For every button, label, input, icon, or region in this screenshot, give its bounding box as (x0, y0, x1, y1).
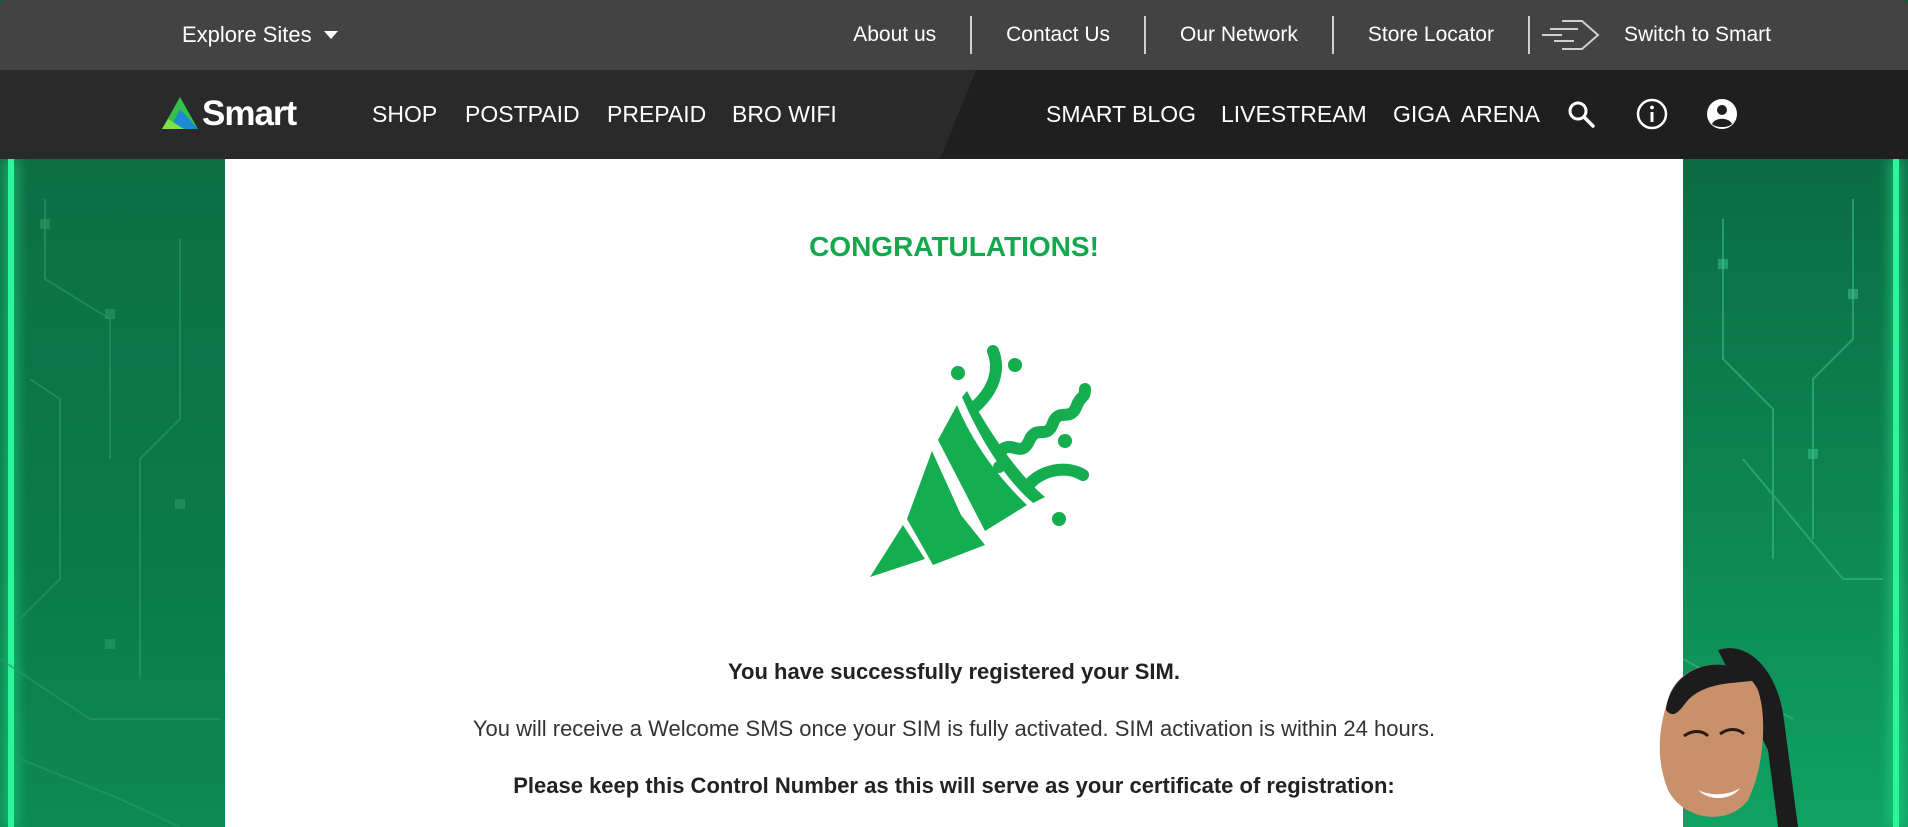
nav-giga-arena[interactable]: GIGA ARENA (1393, 70, 1540, 159)
utility-links: About us Contact Us Our Network Store Lo… (819, 0, 1771, 70)
promo-model-image (1659, 648, 1798, 827)
smart-logo[interactable]: Smart (160, 94, 297, 134)
search-icon[interactable] (1564, 97, 1598, 131)
party-popper-icon (870, 345, 1091, 577)
switch-to-smart-label: Switch to Smart (1623, 23, 1771, 46)
our-network-link[interactable]: Our Network (1146, 16, 1332, 54)
speed-arrow-icon (1541, 20, 1600, 50)
control-number-notice: Please keep this Control Number as this … (513, 773, 1395, 798)
activation-info: You will receive a Welcome SMS once your… (472, 716, 1436, 741)
circuit-pattern (0, 199, 220, 827)
nav-prepaid[interactable]: PREPAID (607, 70, 706, 159)
nav-livestream[interactable]: LIVESTREAM (1221, 70, 1367, 159)
logo-text: Smart (202, 94, 297, 133)
account-icon[interactable] (1705, 97, 1739, 131)
registration-success-card: CONGRATULATIONS! You have successfully r… (225, 159, 1683, 827)
explore-sites-dropdown[interactable]: Explore Sites (182, 0, 338, 70)
success-message: You have successfully registered your SI… (728, 659, 1180, 684)
switch-to-smart-link[interactable]: Switch to Smart (1530, 17, 1771, 53)
about-us-link[interactable]: About us (819, 16, 970, 54)
nav-bro-wifi[interactable]: BRO WIFI (732, 70, 837, 159)
left-decor-panel (0, 159, 225, 827)
nav-smart-blog[interactable]: SMART BLOG (1046, 70, 1196, 159)
store-locator-link[interactable]: Store Locator (1334, 16, 1528, 54)
contact-us-link[interactable]: Contact Us (972, 16, 1144, 54)
explore-sites-label: Explore Sites (182, 22, 312, 47)
congratulations-title: CONGRATULATIONS! (809, 231, 1099, 262)
nav-shop[interactable]: SHOP (372, 70, 437, 159)
main-navigation: Smart SHOP POSTPAID PREPAID BRO WIFI SMA… (0, 70, 1908, 159)
smart-logo-icon (162, 97, 198, 129)
nav-postpaid[interactable]: POSTPAID (465, 70, 580, 159)
caret-down-icon (323, 31, 338, 39)
utility-bar: Explore Sites About us Contact Us Our Ne… (0, 0, 1908, 70)
info-icon[interactable] (1635, 97, 1669, 131)
